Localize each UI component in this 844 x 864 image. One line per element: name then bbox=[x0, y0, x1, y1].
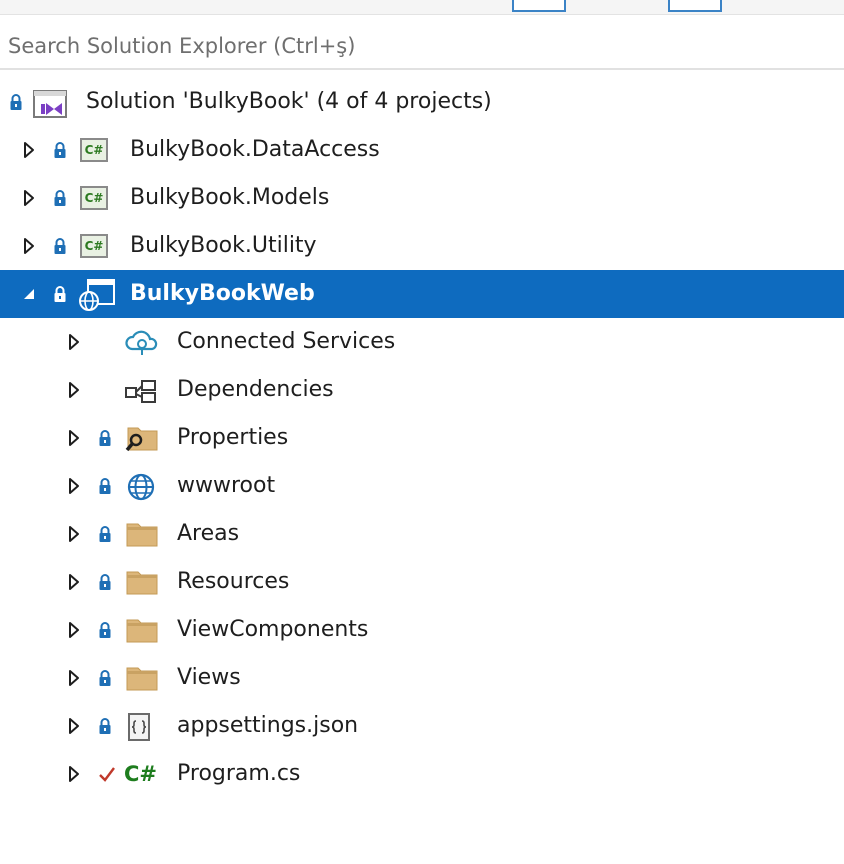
tree-item-label: Program.cs bbox=[177, 761, 301, 786]
lock-icon bbox=[99, 478, 111, 494]
tree-item-label: appsettings.json bbox=[177, 713, 359, 738]
chevron-right-icon[interactable] bbox=[67, 669, 81, 687]
tree-item-folder[interactable]: Resources bbox=[0, 558, 844, 606]
tree-item-json-file[interactable]: appsettings.json bbox=[0, 702, 844, 750]
chevron-right-icon[interactable] bbox=[67, 621, 81, 639]
tree-item-folder[interactable]: Areas bbox=[0, 510, 844, 558]
properties-folder-icon bbox=[125, 427, 158, 452]
folder-icon bbox=[126, 619, 158, 643]
lock-icon bbox=[99, 574, 111, 590]
tree-item-connected-services[interactable]: Connected Services bbox=[0, 318, 844, 366]
lock-icon bbox=[54, 238, 66, 254]
csharp-project-icon: C# bbox=[80, 138, 108, 162]
tree-item-label: BulkyBook.Models bbox=[130, 185, 330, 210]
lock-icon bbox=[99, 430, 111, 446]
csharp-project-icon: C# bbox=[80, 234, 108, 258]
checkmark-icon bbox=[99, 767, 115, 782]
tree-item-label: BulkyBook.DataAccess bbox=[130, 137, 380, 162]
tree-item-label: Resources bbox=[177, 569, 290, 594]
json-file-icon bbox=[128, 713, 150, 741]
lock-icon bbox=[99, 670, 111, 686]
tree-item-project[interactable]: C# BulkyBook.Models bbox=[0, 174, 844, 222]
tree-item-project[interactable]: C# BulkyBook.DataAccess bbox=[0, 126, 844, 174]
lock-icon bbox=[99, 526, 111, 542]
search-bar bbox=[0, 24, 844, 70]
tree-item-project-web[interactable]: BulkyBookWeb bbox=[0, 270, 844, 318]
solution-icon bbox=[33, 90, 67, 118]
chevron-right-icon[interactable] bbox=[67, 477, 81, 495]
lock-icon bbox=[54, 190, 66, 206]
lock-icon bbox=[10, 94, 22, 110]
chevron-right-icon[interactable] bbox=[22, 141, 36, 159]
tree-item-label: ViewComponents bbox=[177, 617, 369, 642]
chevron-right-icon[interactable] bbox=[22, 189, 36, 207]
dependencies-icon bbox=[125, 380, 156, 403]
chevron-down-icon[interactable] bbox=[22, 285, 36, 303]
tree-item-label: Properties bbox=[177, 425, 289, 450]
tree-item-cs-file[interactable]: C# Program.cs bbox=[0, 750, 844, 798]
csharp-project-icon: C# bbox=[80, 186, 108, 210]
chevron-right-icon[interactable] bbox=[67, 525, 81, 543]
lock-icon bbox=[54, 142, 66, 158]
tree-item-folder[interactable]: ViewComponents bbox=[0, 606, 844, 654]
web-project-icon bbox=[79, 279, 115, 311]
tree-item-label: Solution 'BulkyBook' (4 of 4 projects) bbox=[86, 89, 492, 114]
search-input[interactable] bbox=[0, 24, 828, 68]
chevron-right-icon[interactable] bbox=[67, 573, 81, 591]
tree-item-dependencies[interactable]: Dependencies bbox=[0, 366, 844, 414]
toolbar-strip bbox=[0, 0, 844, 15]
chevron-right-icon[interactable] bbox=[67, 381, 81, 399]
lock-icon bbox=[99, 718, 111, 734]
chevron-right-icon[interactable] bbox=[22, 237, 36, 255]
tree-item-folder[interactable]: Views bbox=[0, 654, 844, 702]
tree-item-label: Areas bbox=[177, 521, 240, 546]
tree-item-label: Views bbox=[177, 665, 241, 690]
connected-services-icon bbox=[125, 330, 158, 355]
toolbar-button[interactable] bbox=[512, 0, 566, 12]
folder-icon bbox=[126, 523, 158, 547]
tree-item-label: wwwroot bbox=[177, 473, 276, 498]
csharp-file-icon: C# bbox=[124, 762, 158, 786]
folder-icon bbox=[126, 571, 158, 595]
tree-item-wwwroot[interactable]: wwwroot bbox=[0, 462, 844, 510]
tree-item-properties[interactable]: Properties bbox=[0, 414, 844, 462]
tree-item-project[interactable]: C# BulkyBook.Utility bbox=[0, 222, 844, 270]
chevron-right-icon[interactable] bbox=[67, 765, 81, 783]
lock-icon bbox=[99, 622, 111, 638]
globe-icon bbox=[127, 473, 155, 501]
chevron-right-icon[interactable] bbox=[67, 429, 81, 447]
solution-tree: Solution 'BulkyBook' (4 of 4 projects) C… bbox=[0, 78, 844, 798]
folder-icon bbox=[126, 667, 158, 691]
toolbar-button[interactable] bbox=[668, 0, 722, 12]
chevron-right-icon[interactable] bbox=[67, 717, 81, 735]
tree-item-label: BulkyBook.Utility bbox=[130, 233, 317, 258]
tree-item-label: Dependencies bbox=[177, 377, 334, 402]
lock-icon bbox=[54, 286, 66, 302]
tree-item-solution[interactable]: Solution 'BulkyBook' (4 of 4 projects) bbox=[0, 78, 844, 126]
chevron-right-icon[interactable] bbox=[67, 333, 81, 351]
tree-item-label: Connected Services bbox=[177, 329, 396, 354]
tree-item-label: BulkyBookWeb bbox=[130, 281, 315, 306]
